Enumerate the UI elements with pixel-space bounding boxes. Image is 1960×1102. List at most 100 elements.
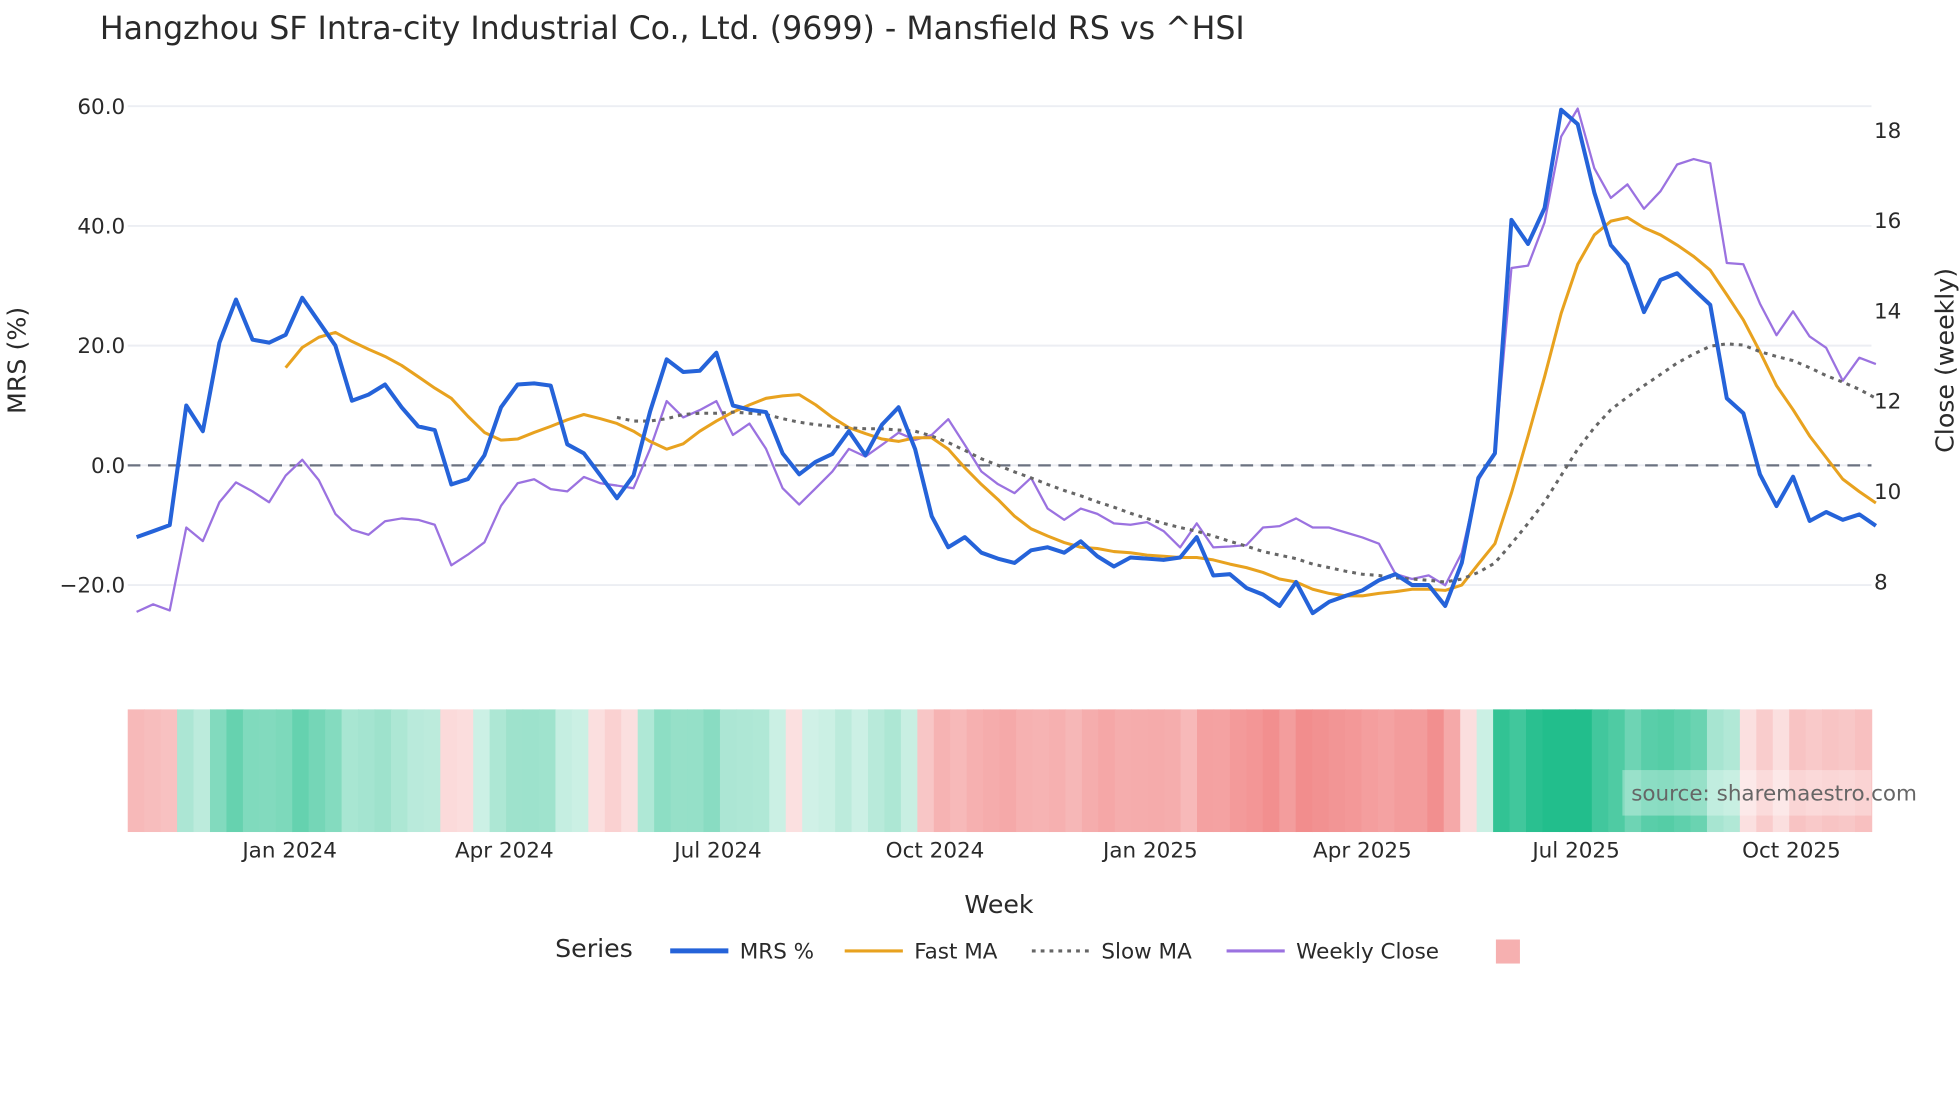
- heatmap-cell: [177, 709, 195, 833]
- x-axis-title: Week: [964, 890, 1034, 919]
- heatmap-cell: [473, 709, 491, 833]
- heatmap-cell: [555, 709, 573, 833]
- heatmap-cell: [374, 709, 392, 833]
- x-tick-label: Apr 2024: [455, 838, 554, 863]
- heatmap-cell: [1410, 709, 1429, 833]
- heatmap-cell: [1065, 709, 1083, 833]
- heatmap-cell: [851, 709, 869, 833]
- y2-tick-label: 18: [1874, 119, 1901, 144]
- heatmap-cell: [1377, 709, 1396, 833]
- heatmap-cell: [835, 709, 853, 833]
- heatmap-cell: [1591, 709, 1610, 833]
- heatmap-cell: [950, 709, 968, 833]
- legend-item[interactable]: Fast MA: [844, 939, 998, 964]
- legend-label: Fast MA: [914, 939, 998, 964]
- heatmap-cell: [966, 709, 984, 833]
- heatmap-cell: [1509, 709, 1527, 833]
- y-tick-label: 0.0: [91, 454, 125, 479]
- heatmap-cell: [1558, 709, 1577, 833]
- heatmap-cell: [160, 709, 178, 833]
- heatmap-cell: [1262, 709, 1281, 833]
- y2-tick-label: 12: [1874, 390, 1901, 415]
- x-tick-label: Apr 2025: [1313, 838, 1412, 863]
- heatmap-cell: [654, 709, 672, 833]
- heatmap-cell: [719, 709, 738, 833]
- series-line-weekly-close: [136, 107, 1877, 613]
- series-line-fast-ma: [284, 215, 1877, 598]
- heatmap-cell: [538, 709, 557, 833]
- y2-tick-label: 16: [1874, 209, 1901, 234]
- series-line-slow-ma: [616, 342, 1877, 584]
- legend-item[interactable]: Slow MA: [1031, 939, 1192, 964]
- heatmap-cell: [259, 709, 277, 833]
- heatmap-cell: [1147, 709, 1165, 833]
- heatmap-cell: [1476, 709, 1494, 833]
- left-axis-title: MRS (%): [2, 307, 31, 414]
- x-tick-label: Jul 2025: [1530, 838, 1619, 863]
- x-tick-label: Jul 2024: [672, 838, 761, 863]
- heatmap-cell: [522, 709, 540, 833]
- heatmap-cell: [785, 709, 803, 833]
- chart-title: Hangzhou SF Intra-city Industrial Co., L…: [100, 11, 1245, 47]
- heatmap-cell: [440, 709, 458, 833]
- gridlines: [127, 105, 1872, 586]
- x-tick-label: Oct 2024: [886, 838, 985, 863]
- heatmap-cell: [588, 709, 606, 833]
- heatmap-cell: [292, 709, 310, 833]
- heatmap-cell: [736, 709, 754, 833]
- legend-item[interactable]: Weekly Close: [1226, 939, 1439, 964]
- heatmap-cell: [1394, 709, 1412, 833]
- heatmap-cell: [242, 709, 261, 833]
- heatmap-cell: [1312, 709, 1330, 833]
- heatmap-cell: [1048, 709, 1067, 833]
- heatmap-cell: [275, 709, 293, 833]
- series-line-mrs: [135, 107, 1878, 616]
- mrs-heatmap-strip: [127, 709, 1873, 833]
- heatmap-cell: [670, 709, 688, 833]
- heatmap-cell: [900, 709, 919, 833]
- heatmap-cell: [1460, 709, 1478, 833]
- x-tick-label: Jan 2024: [240, 838, 337, 863]
- heatmap-cell: [1164, 709, 1182, 833]
- heatmap-cell: [1229, 709, 1248, 833]
- heatmap-cell: [1328, 709, 1346, 833]
- heatmap-cell: [1542, 709, 1560, 833]
- heatmap-cell: [769, 709, 787, 833]
- heatmap-cell: [1032, 709, 1050, 833]
- series-lines: [135, 107, 1878, 616]
- y2-tick-label: 8: [1874, 570, 1888, 595]
- heatmap-cell: [1493, 709, 1511, 833]
- heatmap-cell: [144, 709, 162, 833]
- y2-tick-label: 10: [1874, 480, 1901, 505]
- heatmap-cell: [1526, 709, 1544, 833]
- heatmap-cell: [358, 709, 376, 833]
- heatmap-cell: [407, 709, 425, 833]
- heatmap-cell: [1114, 709, 1132, 833]
- heatmap-cell: [1180, 709, 1198, 833]
- y-tick-label: −20.0: [59, 574, 125, 599]
- y-tick-label: 20.0: [77, 334, 125, 359]
- x-tick-label: Jan 2025: [1101, 838, 1198, 863]
- y2-tick-label: 14: [1874, 299, 1901, 324]
- heatmap-cell: [1081, 709, 1100, 833]
- legend-item[interactable]: MRS %: [670, 939, 814, 964]
- mrs-chart: Hangzhou SF Intra-city Industrial Co., L…: [2, 11, 1960, 964]
- legend-label: Weekly Close: [1296, 939, 1439, 964]
- heatmap-cell: [818, 709, 836, 833]
- legend-heatmap-swatch[interactable]: [1495, 939, 1520, 964]
- heatmap-cell: [1427, 709, 1445, 833]
- heatmap-cell: [1131, 709, 1149, 833]
- heatmap-cell: [1196, 709, 1215, 833]
- legend-label: Slow MA: [1101, 939, 1192, 964]
- heatmap-cell: [571, 709, 590, 833]
- y-tick-label: 40.0: [77, 215, 125, 240]
- heatmap-cell: [1246, 709, 1264, 833]
- heatmap-cell: [983, 709, 1001, 833]
- heatmap-cell: [1443, 709, 1461, 833]
- heatmap-cell: [999, 709, 1017, 833]
- right-axis-title: Close (weekly): [1931, 268, 1960, 453]
- heatmap-cell: [325, 709, 343, 833]
- right-axis-ticks: 18 16 14 12 10 8: [1874, 119, 1901, 595]
- heatmap-cell: [1361, 709, 1379, 833]
- y-tick-label: 60.0: [77, 95, 125, 120]
